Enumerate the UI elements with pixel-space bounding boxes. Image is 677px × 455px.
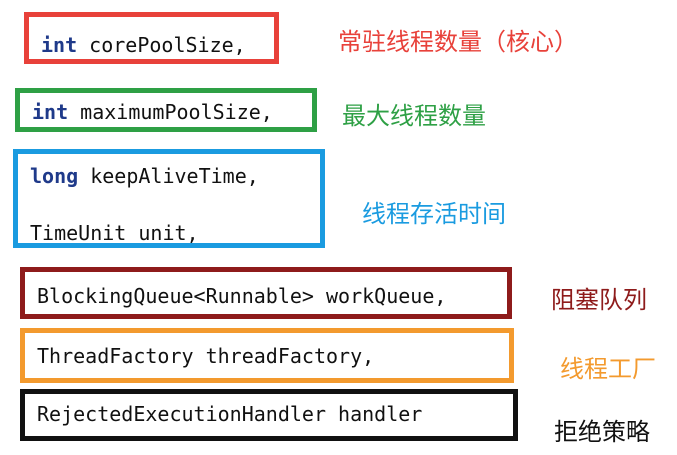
label-handler: 拒绝策略 xyxy=(554,418,650,446)
code-line-keep-alive-time: long keepAliveTime, xyxy=(30,164,259,188)
code-text: BlockingQueue<Runnable> workQueue, xyxy=(37,284,447,308)
code-line-handler: RejectedExecutionHandler handler xyxy=(37,402,422,426)
label-maximum-pool-size: 最大线程数量 xyxy=(342,102,486,130)
label-thread-factory: 线程工厂 xyxy=(560,355,656,383)
code-line-time-unit: TimeUnit unit, xyxy=(30,221,199,245)
param-box-keep-alive-time: long keepAliveTime, TimeUnit unit, xyxy=(13,149,325,248)
label-keep-alive-time: 线程存活时间 xyxy=(362,200,506,228)
code-line-thread-factory: ThreadFactory threadFactory, xyxy=(37,344,374,368)
code-text: TimeUnit unit, xyxy=(30,221,199,245)
keyword: int xyxy=(41,33,78,57)
code-line-maximum-pool-size: int maximumPoolSize, xyxy=(32,100,273,124)
keyword: long xyxy=(30,164,79,188)
param-box-work-queue: BlockingQueue<Runnable> workQueue, xyxy=(20,267,512,319)
param-box-thread-factory: ThreadFactory threadFactory, xyxy=(20,328,514,383)
label-work-queue: 阻塞队列 xyxy=(551,286,647,314)
label-core-pool-size: 常驻线程数量（核心） xyxy=(338,28,578,56)
code-text: maximumPoolSize, xyxy=(68,100,273,124)
code-line-work-queue: BlockingQueue<Runnable> workQueue, xyxy=(37,284,446,308)
code-text: corePoolSize, xyxy=(77,33,246,57)
param-box-handler: RejectedExecutionHandler handler xyxy=(20,389,518,441)
keyword: int xyxy=(32,100,69,124)
param-box-maximum-pool-size: int maximumPoolSize, xyxy=(15,88,317,132)
code-text: ThreadFactory threadFactory, xyxy=(37,344,375,368)
code-text: keepAliveTime, xyxy=(78,164,259,188)
param-box-core-pool-size: int corePoolSize, xyxy=(24,12,279,64)
code-line-core-pool-size: int corePoolSize, xyxy=(41,33,246,57)
code-text: RejectedExecutionHandler handler xyxy=(37,402,423,426)
